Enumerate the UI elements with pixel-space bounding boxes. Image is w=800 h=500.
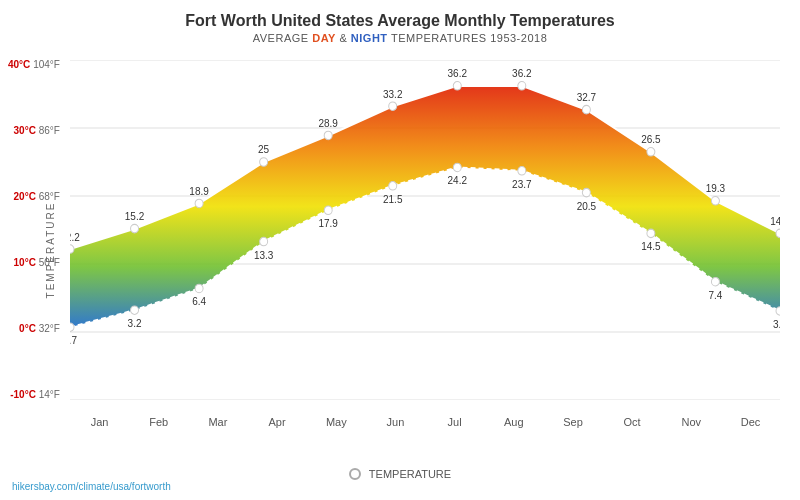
high-label: 36.2 xyxy=(512,68,532,79)
low-label: 14.5 xyxy=(641,241,661,252)
high-dot xyxy=(711,197,719,206)
subtitle-night: NIGHT xyxy=(351,32,388,44)
chart-title: Fort Worth United States Average Monthly… xyxy=(0,0,800,30)
high-label: 28.9 xyxy=(318,118,338,129)
low-label: 13.3 xyxy=(254,249,274,260)
low-dot xyxy=(131,306,139,315)
x-tick: Nov xyxy=(662,416,721,428)
high-dot xyxy=(453,82,461,91)
low-dot xyxy=(776,307,780,316)
x-tick: Jul xyxy=(425,416,484,428)
x-tick: Oct xyxy=(603,416,662,428)
low-label: 23.7 xyxy=(512,179,532,190)
chart-svg: 12.2 15.2 18.9 25 28.9 33.2 36.2 36.2 32.7 26.5 19… xyxy=(70,60,780,400)
high-dot xyxy=(324,131,332,140)
high-dot xyxy=(70,245,74,254)
low-label: 3.2 xyxy=(128,318,142,329)
low-dot xyxy=(518,167,526,176)
high-label: 19.3 xyxy=(706,183,726,194)
high-label: 12.2 xyxy=(70,231,80,242)
x-tick: Jun xyxy=(366,416,425,428)
low-dot xyxy=(324,206,332,215)
temp-area xyxy=(70,86,780,327)
high-label: 14.5 xyxy=(770,216,780,227)
legend-area: TEMPERATURE xyxy=(0,468,800,480)
low-dot xyxy=(389,182,397,191)
x-tick: Aug xyxy=(484,416,543,428)
x-tick: Mar xyxy=(188,416,247,428)
x-tick: Sep xyxy=(543,416,602,428)
high-label: 36.2 xyxy=(448,68,468,79)
low-dot xyxy=(260,237,268,246)
x-axis-labels: JanFebMarAprMayJunJulAugSepOctNovDec xyxy=(70,416,780,428)
low-dot xyxy=(70,323,74,332)
x-tick: May xyxy=(307,416,366,428)
low-dot xyxy=(711,277,719,286)
legend-dot xyxy=(349,468,361,480)
legend-label: TEMPERATURE xyxy=(369,468,451,480)
high-dot xyxy=(518,82,526,91)
low-label: 6.4 xyxy=(192,296,206,307)
y-tick: 20°C 68°F xyxy=(8,192,60,202)
y-tick: 40°C 104°F xyxy=(8,60,60,70)
high-label: 32.7 xyxy=(577,92,597,103)
y-axis-ticks: 40°C 104°F 30°C 86°F 20°C 68°F 10°C 50°F 0°C… xyxy=(8,60,60,400)
x-tick: Dec xyxy=(721,416,780,428)
subtitle-separator: & xyxy=(336,32,351,44)
high-label: 26.5 xyxy=(641,134,661,145)
low-label: 20.5 xyxy=(577,200,597,211)
subtitle-suffix: TEMPERATURES 1953-2018 xyxy=(388,32,548,44)
chart-area: 12.2 15.2 18.9 25 28.9 33.2 36.2 36.2 32.7 26.5 19… xyxy=(70,60,780,400)
high-label: 33.2 xyxy=(383,88,403,99)
subtitle-day: DAY xyxy=(312,32,336,44)
y-tick: 0°C 32°F xyxy=(8,324,60,334)
high-dot xyxy=(131,224,139,233)
low-label: 17.9 xyxy=(318,218,338,229)
low-label: 7.4 xyxy=(709,289,723,300)
y-tick: -10°C 14°F xyxy=(8,390,60,400)
low-dot xyxy=(647,229,655,238)
subtitle-prefix: AVERAGE xyxy=(253,32,312,44)
low-dot xyxy=(453,163,461,172)
high-label: 25 xyxy=(258,144,269,155)
low-label: 24.2 xyxy=(448,175,468,186)
watermark: hikersbay.com/climate/usa/fortworth xyxy=(12,481,171,492)
high-label: 18.9 xyxy=(189,186,209,197)
low-dot xyxy=(582,188,590,197)
x-tick: Feb xyxy=(129,416,188,428)
x-tick: Jan xyxy=(70,416,129,428)
high-dot xyxy=(582,105,590,114)
high-dot xyxy=(260,158,268,167)
high-dot xyxy=(389,102,397,111)
chart-subtitle: AVERAGE DAY & NIGHT TEMPERATURES 1953-20… xyxy=(0,32,800,44)
high-dot xyxy=(776,229,780,238)
low-label: 0.7 xyxy=(70,335,77,346)
high-dot xyxy=(195,199,203,208)
high-label: 15.2 xyxy=(125,211,145,222)
low-label: 3.1 xyxy=(773,319,780,330)
chart-container: Fort Worth United States Average Monthly… xyxy=(0,0,800,500)
y-tick: 10°C 50°F xyxy=(8,258,60,268)
y-tick: 30°C 86°F xyxy=(8,126,60,136)
low-dot xyxy=(195,284,203,293)
high-dot xyxy=(647,148,655,157)
low-label: 21.5 xyxy=(383,194,403,205)
x-tick: Apr xyxy=(248,416,307,428)
